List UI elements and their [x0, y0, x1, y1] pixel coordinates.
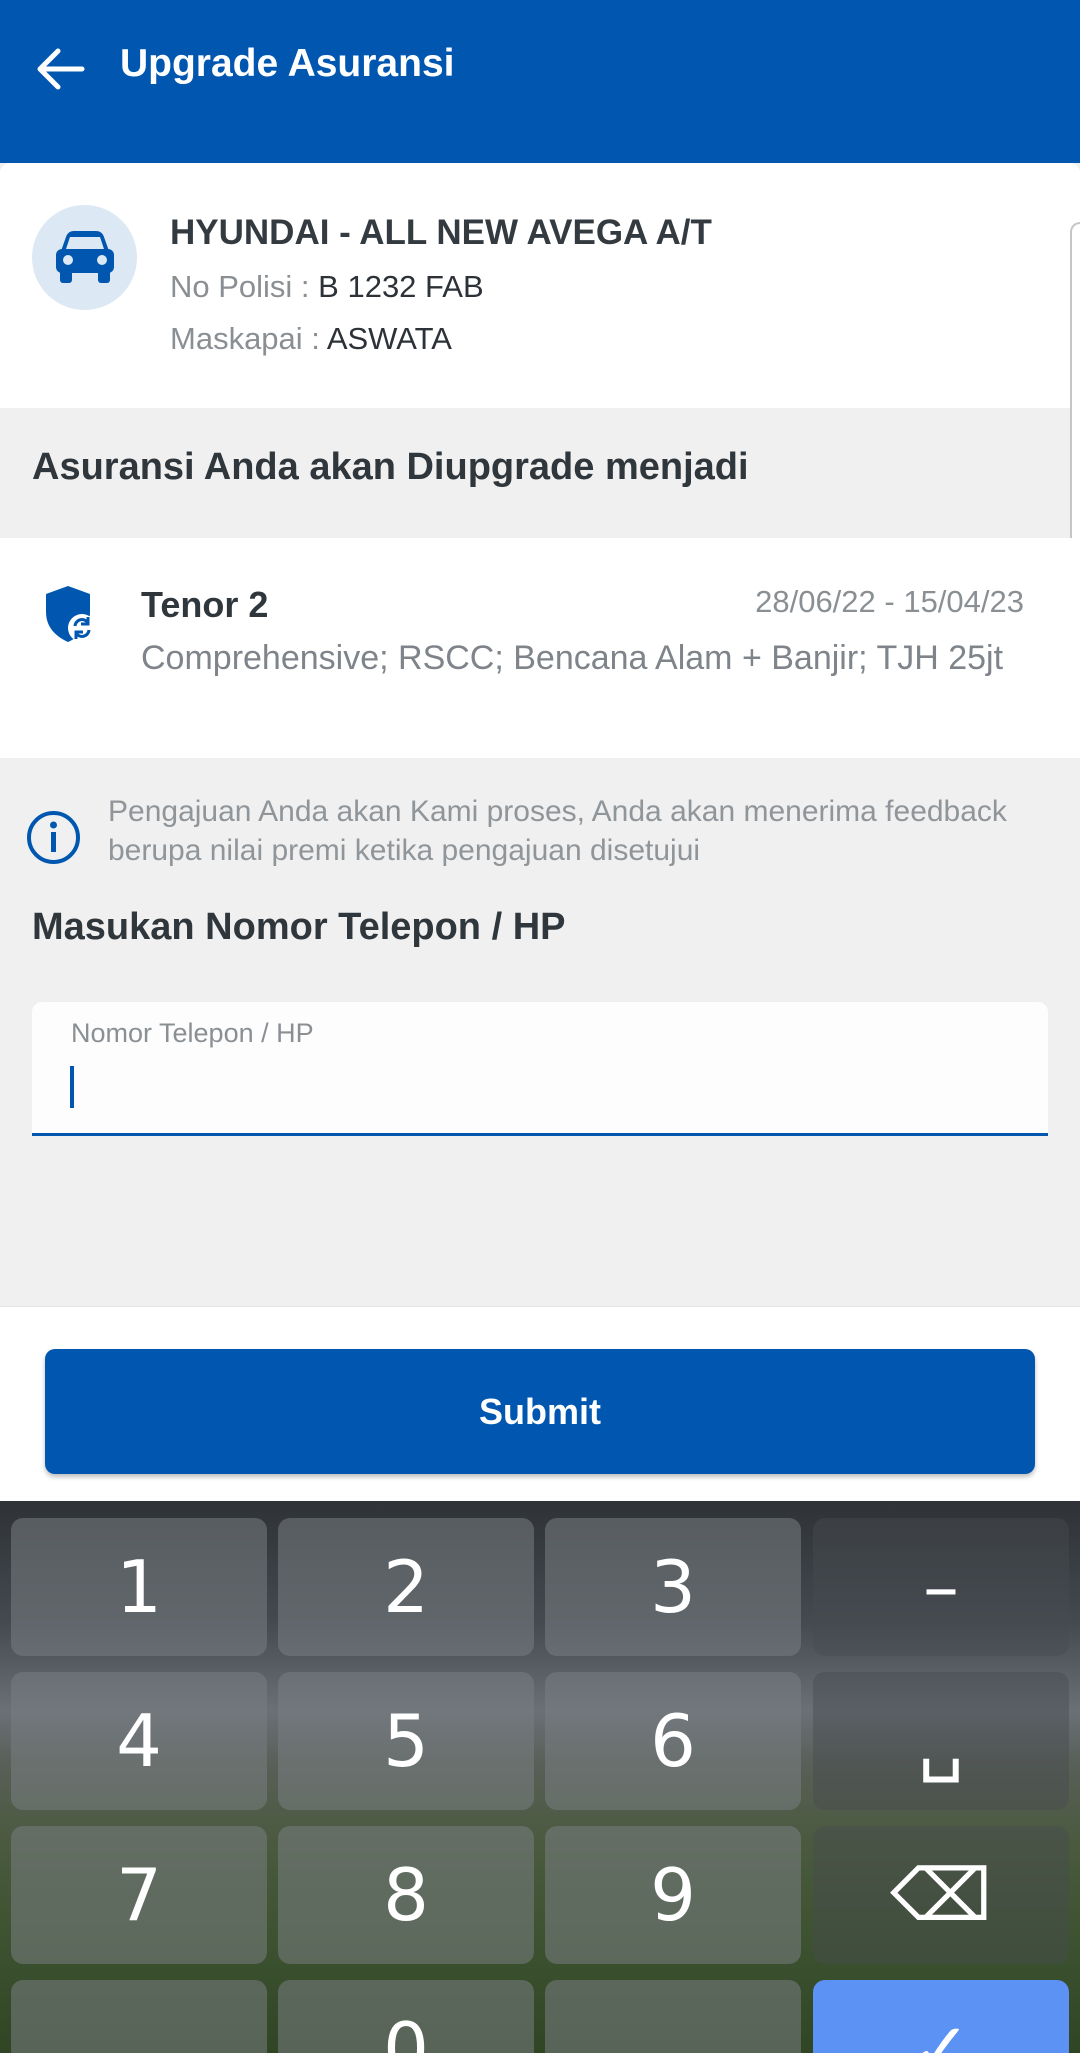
- police-number-value: B 1232 FAB: [318, 269, 484, 304]
- phone-section-label: Masukan Nomor Telepon / HP: [32, 906, 566, 948]
- phone-field[interactable]: Nomor Telepon / HP: [32, 1002, 1048, 1136]
- phone-input[interactable]: [66, 1058, 1016, 1118]
- numeric-keyboard: 1 2 3 – 4 5 6 ␣ 7 8 9 ⌫ , 0 . ✓: [0, 1501, 1080, 2053]
- info-icon: [27, 811, 80, 864]
- shield-refresh-icon: [46, 586, 96, 642]
- police-number-label: No Polisi :: [170, 269, 319, 304]
- key-1[interactable]: 1: [11, 1518, 267, 1656]
- scroll-handle[interactable]: [1070, 222, 1080, 562]
- info-text: Pengajuan Anda akan Kami proses, Anda ak…: [108, 795, 1007, 867]
- vehicle-card: HYUNDAI - ALL NEW AVEGA A/T No Polisi : …: [0, 163, 1080, 408]
- done-check-icon[interactable]: ✓: [813, 1980, 1069, 2053]
- back-arrow-icon[interactable]: [30, 38, 92, 100]
- tenor-description: Comprehensive; RSCC; Bencana Alam + Banj…: [141, 639, 1004, 677]
- insurer-label: Maskapai :: [170, 321, 327, 356]
- key-comma[interactable]: ,: [11, 1980, 267, 2053]
- key-8[interactable]: 8: [278, 1826, 534, 1964]
- tenor-title: Tenor 2: [141, 584, 269, 625]
- text-caret: [70, 1066, 74, 1108]
- key-dash[interactable]: –: [813, 1518, 1069, 1656]
- tenor-card: Tenor 2 28/06/22 - 15/04/23 Comprehensiv…: [0, 538, 1080, 758]
- phone-field-label: Nomor Telepon / HP: [71, 1018, 314, 1048]
- page-title: Upgrade Asuransi: [120, 42, 455, 85]
- key-7[interactable]: 7: [11, 1826, 267, 1964]
- vehicle-name: HYUNDAI - ALL NEW AVEGA A/T: [170, 213, 712, 252]
- app-bar: Upgrade Asuransi: [0, 0, 1080, 163]
- key-9[interactable]: 9: [545, 1826, 801, 1964]
- insurer-value: ASWATA: [326, 321, 452, 356]
- backspace-icon[interactable]: ⌫: [813, 1826, 1069, 1964]
- police-number-row: No Polisi : B 1232 FAB: [170, 269, 484, 305]
- upgrade-section-title: Asuransi Anda akan Diupgrade menjadi: [32, 446, 749, 488]
- bottom-action-bar: Submit: [0, 1306, 1080, 1501]
- car-icon: [32, 205, 137, 310]
- key-0[interactable]: 0: [278, 1980, 534, 2053]
- tenor-date-range: 28/06/22 - 15/04/23: [755, 584, 1024, 619]
- space-key-icon[interactable]: ␣: [813, 1672, 1069, 1810]
- key-5[interactable]: 5: [278, 1672, 534, 1810]
- key-6[interactable]: 6: [545, 1672, 801, 1810]
- submit-button[interactable]: Submit: [45, 1349, 1035, 1474]
- key-4[interactable]: 4: [11, 1672, 267, 1810]
- key-2[interactable]: 2: [278, 1518, 534, 1656]
- key-period[interactable]: .: [545, 1980, 801, 2053]
- insurer-row: Maskapai : ASWATA: [170, 321, 452, 357]
- key-3[interactable]: 3: [545, 1518, 801, 1656]
